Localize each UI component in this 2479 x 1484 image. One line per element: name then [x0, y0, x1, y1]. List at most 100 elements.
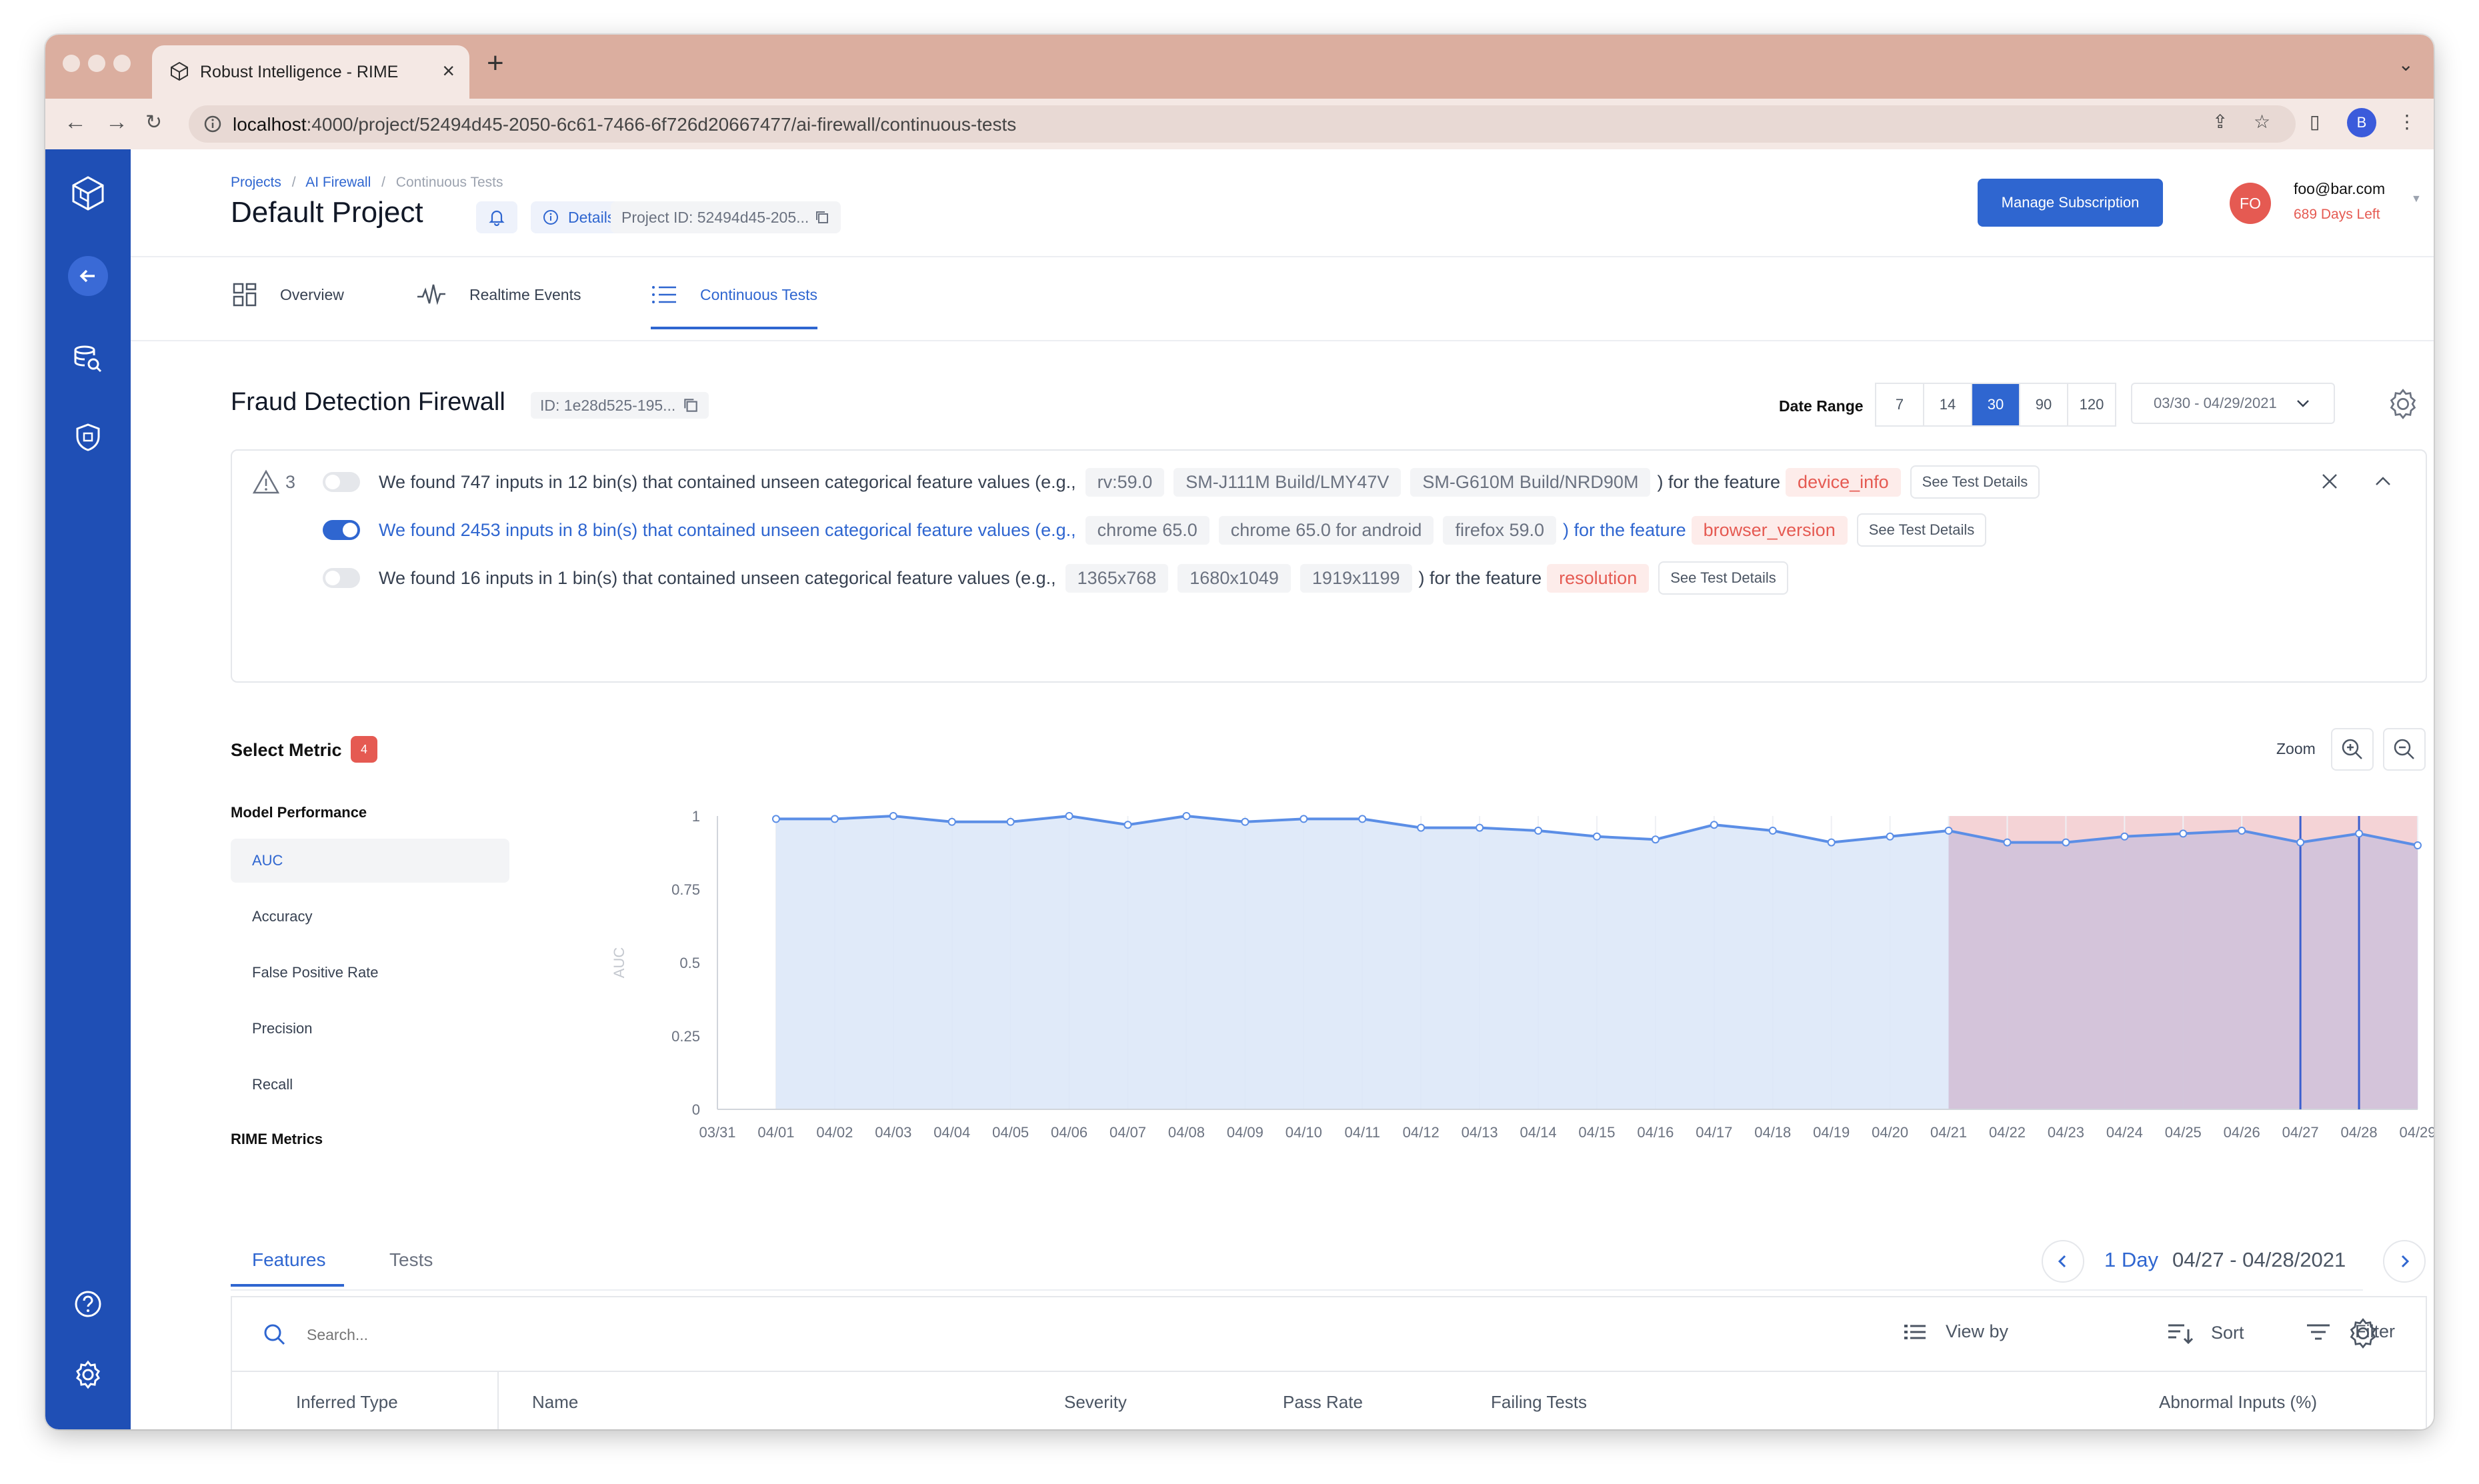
tab-tests[interactable]: Tests	[389, 1249, 433, 1271]
sort-button[interactable]: Sort	[2167, 1321, 2244, 1344]
tab-continuous-tests[interactable]: Continuous Tests	[651, 273, 818, 329]
x-tick-label: 04/01	[757, 1124, 794, 1141]
metric-false-positive-rate[interactable]: False Positive Rate	[231, 951, 509, 995]
profile-avatar[interactable]: B	[2347, 108, 2376, 137]
x-tick-label: 04/08	[1168, 1124, 1205, 1141]
feature-chip[interactable]: browser_version	[1691, 515, 1848, 545]
x-tick-label: 04/18	[1754, 1124, 1791, 1141]
back-arrow-icon[interactable]	[68, 256, 108, 296]
sidebar-panel-icon[interactable]: ▯	[2310, 111, 2320, 133]
chevron-up-icon[interactable]	[2372, 471, 2394, 495]
date-picker-value: 03/30 - 04/29/2021	[2154, 395, 2277, 411]
data-point	[1006, 817, 1015, 826]
see-test-details-button[interactable]: See Test Details	[1910, 465, 2040, 499]
tab-realtime-events[interactable]: Realtime Events	[416, 273, 581, 316]
data-point	[1476, 823, 1484, 832]
gear-icon[interactable]	[68, 1355, 108, 1395]
caret-down-icon[interactable]: ▼	[2411, 193, 2422, 205]
tab-overview[interactable]: Overview	[232, 273, 344, 316]
range-120-button[interactable]: 120	[2068, 384, 2115, 425]
notifications-button[interactable]	[476, 201, 517, 233]
database-search-icon[interactable]	[68, 339, 108, 379]
data-point	[1123, 821, 1132, 829]
alert-row: We found 2453 inputs in 8 bin(s) that co…	[323, 513, 1987, 547]
data-point	[2179, 829, 2188, 838]
metric-recall[interactable]: Recall	[231, 1063, 509, 1107]
copy-icon[interactable]	[682, 397, 699, 414]
info-circle-icon[interactable]	[203, 115, 222, 137]
previous-period-button[interactable]	[2042, 1240, 2084, 1283]
app-root: Projects / AI Firewall / Continuous Test…	[45, 149, 2434, 1429]
x-tick-label: 04/27	[2282, 1124, 2319, 1141]
shield-icon[interactable]	[68, 417, 108, 457]
avatar[interactable]: FO	[2230, 183, 2271, 224]
alert-toggle[interactable]	[323, 520, 360, 540]
url-field[interactable]: localhost:4000/project/52494d45-2050-6c6…	[189, 105, 2296, 143]
y-tick-label: 0	[692, 1101, 700, 1118]
x-tick-label: 04/19	[1813, 1124, 1850, 1141]
back-arrow-icon[interactable]: ←	[64, 109, 87, 135]
new-tab-icon[interactable]: +	[487, 47, 504, 80]
range-30-button[interactable]: 30	[1972, 384, 2020, 425]
more-vertical-icon[interactable]: ⋮	[2398, 111, 2416, 133]
see-test-details-button[interactable]: See Test Details	[1658, 561, 1788, 595]
forward-arrow-icon[interactable]: →	[105, 109, 128, 135]
range-90-button[interactable]: 90	[2020, 384, 2068, 425]
firewall-title: Fraud Detection Firewall	[231, 388, 505, 416]
browser-tab[interactable]: Robust Intelligence - RIME ×	[152, 45, 469, 99]
share-icon[interactable]: ⇪	[2212, 111, 2228, 133]
copy-icon[interactable]	[814, 209, 830, 225]
metric-auc[interactable]: AUC	[231, 839, 509, 883]
rime-logo-icon[interactable]	[68, 173, 108, 213]
list-icon	[652, 286, 676, 303]
alert-toggle[interactable]	[323, 568, 360, 588]
warning-triangle-icon	[252, 469, 280, 494]
column-inferred-type[interactable]: Inferred Type	[296, 1392, 398, 1413]
settings-gear-icon[interactable]	[2387, 388, 2419, 423]
view-by-button[interactable]: View by	[1903, 1321, 2008, 1342]
details-label: Details	[568, 208, 615, 226]
metric-accuracy[interactable]: Accuracy	[231, 895, 509, 939]
project-id: Project ID: 52494d45-205...	[611, 201, 841, 233]
column-failing-tests[interactable]: Failing Tests	[1491, 1392, 1587, 1413]
chevron-down-icon[interactable]: ⌄	[2398, 53, 2414, 75]
column-abnormal-inputs[interactable]: Abnormal Inputs (%)	[2159, 1392, 2317, 1413]
next-period-button[interactable]	[2383, 1240, 2426, 1283]
range-14-button[interactable]: 14	[1924, 384, 1972, 425]
minimize-window-dot[interactable]	[88, 55, 105, 72]
x-tick-label: 04/07	[1109, 1124, 1146, 1141]
star-icon[interactable]: ☆	[2254, 111, 2270, 133]
close-tab-icon[interactable]: ×	[442, 59, 455, 83]
tab-features[interactable]: Features	[252, 1249, 326, 1271]
column-severity[interactable]: Severity	[1064, 1392, 1127, 1413]
value-chip: SM-J111M Build/LMY47V	[1173, 467, 1402, 497]
breadcrumb-projects[interactable]: Projects	[231, 175, 281, 190]
breadcrumb-ai-firewall[interactable]: AI Firewall	[305, 175, 371, 190]
maximize-window-dot[interactable]	[113, 55, 131, 72]
grid-icon	[233, 283, 257, 307]
table-settings-gear-icon[interactable]	[2347, 1317, 2379, 1353]
reload-icon[interactable]: ↻	[145, 111, 162, 134]
tab-realtime-events-label: Realtime Events	[469, 285, 581, 303]
search-input[interactable]	[305, 1317, 908, 1352]
column-name[interactable]: Name	[532, 1392, 578, 1413]
breadcrumb-current: Continuous Tests	[395, 175, 503, 190]
alert-text: We found 16 inputs in 1 bin(s) that cont…	[379, 567, 1056, 588]
data-point	[2355, 829, 2364, 838]
manage-subscription-button[interactable]: Manage Subscription	[1978, 179, 2163, 227]
bell-icon	[489, 210, 505, 226]
range-7-button[interactable]: 7	[1876, 384, 1924, 425]
see-test-details-button[interactable]: See Test Details	[1856, 513, 1987, 547]
help-circle-icon[interactable]	[68, 1284, 108, 1324]
x-tick-label: 04/28	[2341, 1124, 2378, 1141]
alert-toggle[interactable]	[323, 472, 360, 492]
close-window-dot[interactable]	[63, 55, 80, 72]
feature-chip[interactable]: resolution	[1547, 563, 1650, 593]
feature-chip[interactable]: device_info	[1786, 467, 1901, 497]
tab-title: Robust Intelligence - RIME	[200, 63, 399, 81]
metric-precision[interactable]: Precision	[231, 1007, 509, 1051]
data-point	[1065, 812, 1073, 820]
column-pass-rate[interactable]: Pass Rate	[1283, 1392, 1363, 1413]
close-icon[interactable]	[2319, 471, 2340, 495]
date-picker[interactable]: 03/30 - 04/29/2021	[2131, 383, 2335, 424]
